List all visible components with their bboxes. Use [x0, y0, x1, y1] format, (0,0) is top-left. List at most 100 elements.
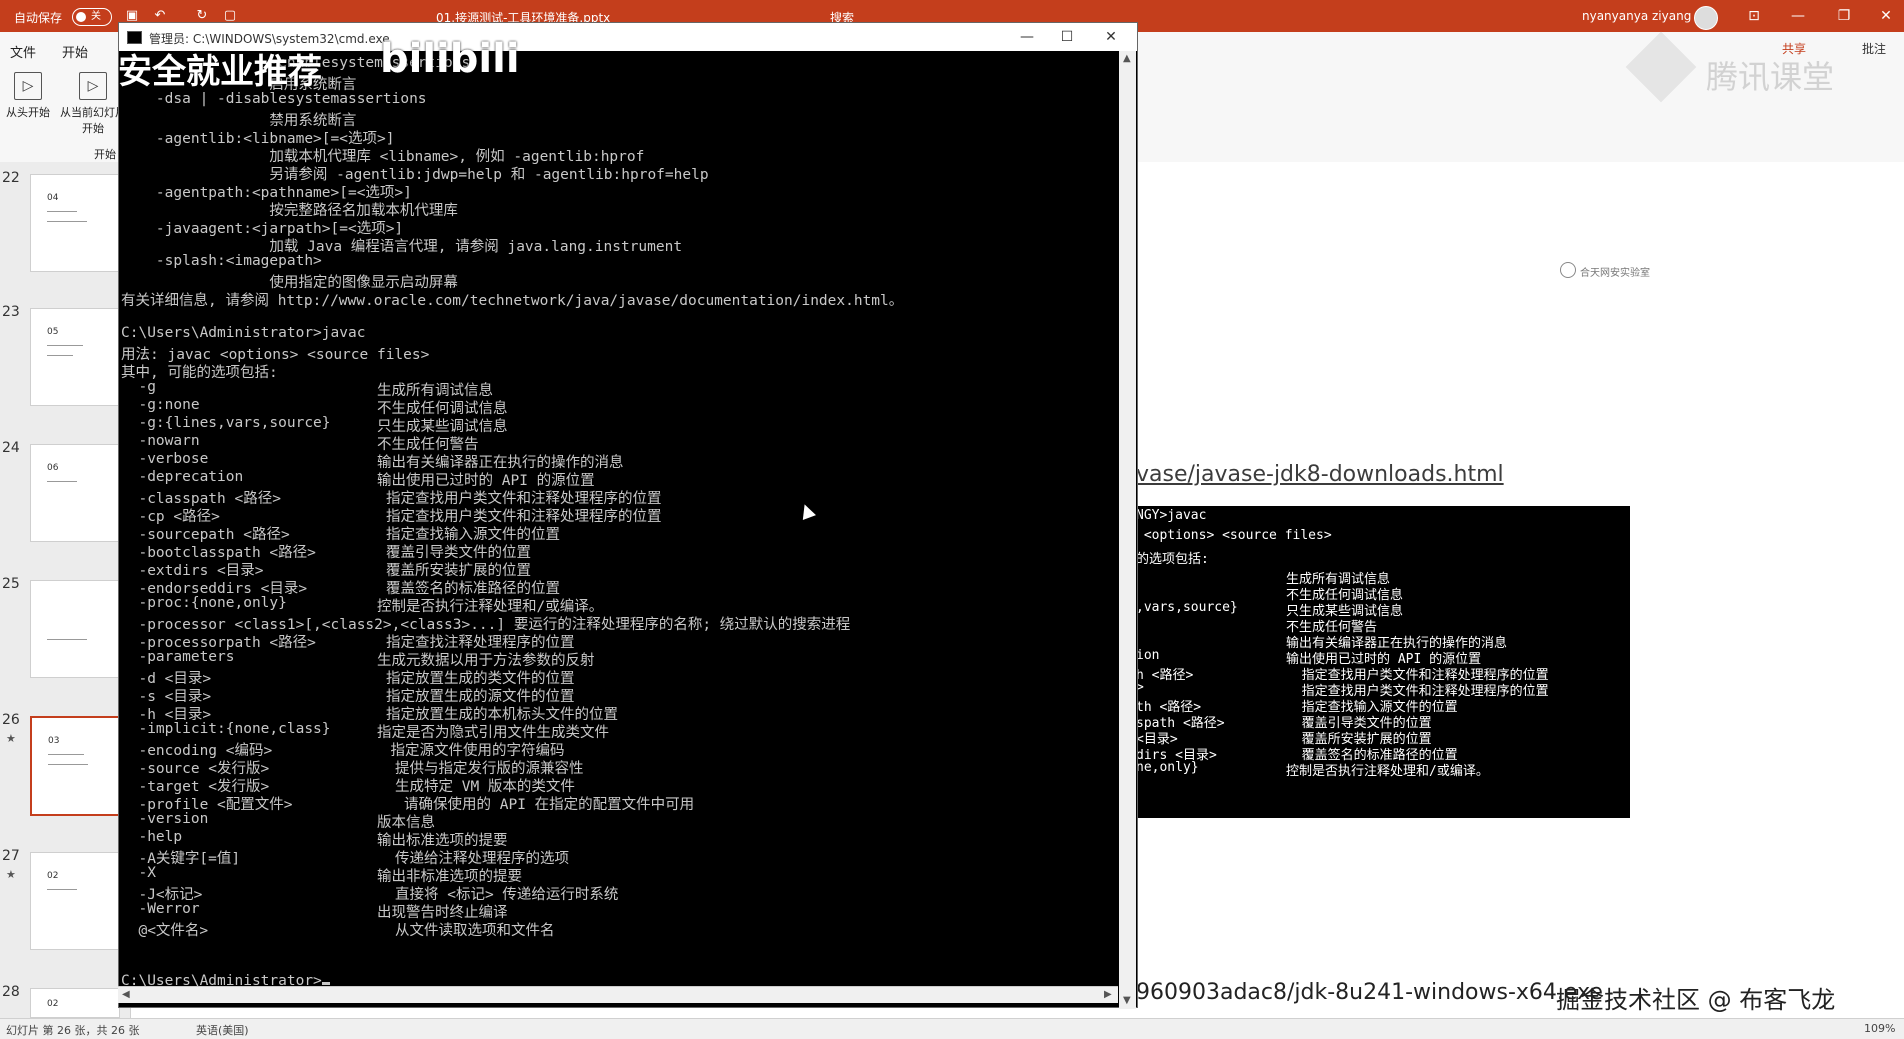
slide-number: 26: [2, 712, 20, 728]
slide-number: 23: [2, 304, 20, 320]
option-flag: -g:none: [121, 397, 200, 413]
minimize-icon[interactable]: —: [1784, 6, 1812, 26]
cmd-window[interactable]: 管理员: C:\WINDOWS\system32\cmd.exe — ☐ ✕ -…: [118, 22, 1138, 1011]
slide-thumbnail[interactable]: [30, 580, 120, 678]
slide-thumbnail-selected[interactable]: 03: [30, 716, 122, 816]
scroll-right-icon[interactable]: ▶: [1104, 989, 1112, 1000]
slide-thumbnail[interactable]: 02: [30, 988, 120, 1018]
console-line: 有关详细信息, 请参阅 http://www.oracle.com/techne…: [121, 293, 904, 309]
console-option-row: -deprecation 输出使用已过时的 API 的源位置: [121, 469, 1111, 489]
console-line: -dsa | -disablesystemassertions: [121, 91, 427, 107]
console-option-row: -g:{lines,vars,source} 只生成某些调试信息: [121, 415, 1111, 435]
option-description: 从文件读取选项和文件名: [395, 923, 555, 939]
console-option-row: -sourcepath <路径> 指定查找输入源文件的位置: [121, 523, 1111, 543]
bilibili-watermark-text: 安全就业推荐: [118, 52, 322, 92]
console-option-row: -h <目录> 指定放置生成的本机标头文件的位置: [121, 703, 1111, 723]
scroll-down-icon[interactable]: ▼: [1123, 995, 1131, 1006]
lab-logo-text: 合天网安实验室: [1580, 268, 1650, 279]
cmd-vertical-scrollbar[interactable]: ▲ ▼: [1119, 51, 1136, 1009]
slide-term-flag: ,vars,source}: [1136, 600, 1238, 615]
option-flag: -g: [121, 379, 156, 395]
console-option-row: -source <发行版> 提供与指定发行版的源兼容性: [121, 757, 1111, 777]
cmd-horizontal-scrollbar[interactable]: ◀ ▶: [118, 986, 1118, 1003]
console-option-row: -cp <路径> 指定查找用户类文件和注释处理程序的位置: [121, 505, 1111, 525]
console-line: C:\Users\Administrator>javac: [121, 325, 366, 341]
slide-thumbnail[interactable]: 04: [30, 174, 120, 272]
slide-term-header: 的选项包括:: [1136, 552, 1209, 567]
console-option-row: -implicit:{none,class} 指定是否为隐式引用文件生成类文件: [121, 721, 1111, 741]
slideshow-icon: ▷: [14, 72, 42, 100]
slide-term-row: spath <路径> 覆盖引导类文件的位置: [1136, 712, 1630, 731]
option-flag: -g:{lines,vars,source}: [121, 415, 331, 431]
comment-button[interactable]: 批注: [1862, 40, 1886, 57]
slide-thumbnails-panel: 22 04 23 05 24 06 25 26 ★ 03 27 ★ 02 28 …: [0, 162, 131, 1018]
slide-thumbnail[interactable]: 02: [30, 852, 120, 950]
slide-term-row: ion 输出使用已过时的 API 的源位置: [1136, 648, 1630, 667]
download-link[interactable]: vase/javase-jdk8-downloads.html: [1136, 462, 1504, 487]
autosave-toggle[interactable]: 关: [72, 8, 112, 26]
menu-home[interactable]: 开始: [62, 42, 88, 61]
console-option-row: -g 生成所有调试信息: [121, 379, 1111, 399]
slide-number: 22: [2, 170, 20, 186]
scroll-up-icon[interactable]: ▲: [1123, 53, 1131, 64]
restore-icon[interactable]: ❐: [1830, 6, 1858, 26]
console-option-row: -Werror 出现警告时终止编译: [121, 901, 1111, 921]
slide-term-row: 输出有关编译器正在执行的操作的消息: [1136, 632, 1630, 651]
slide-term-row: 生成所有调试信息: [1136, 568, 1630, 587]
menu-file[interactable]: 文件: [10, 42, 36, 61]
slide-term-flag: ion: [1136, 648, 1160, 663]
console-option-row: -processorpath <路径> 指定查找注释处理程序的位置: [121, 631, 1111, 651]
console-option-row: -bootclasspath <路径> 覆盖引导类文件的位置: [121, 541, 1111, 561]
option-flag: -deprecation: [121, 469, 244, 485]
cmd-maximize-icon[interactable]: ☐: [1047, 26, 1087, 48]
text-cursor-icon: [321, 982, 330, 985]
slide-term-row: h <路径> 指定查找用户类文件和注释处理程序的位置: [1136, 664, 1630, 683]
slide-terminal-screenshot: NGY>javac <options> <source files> 的选项包括…: [1136, 506, 1630, 818]
lab-logo-icon: [1560, 262, 1576, 278]
option-flag: -nowarn: [121, 433, 200, 449]
option-flag: -version: [121, 811, 209, 827]
console-option-row: -help 输出标准选项的提要: [121, 829, 1111, 849]
option-flag: -verbose: [121, 451, 209, 467]
option-flag: -Werror: [121, 901, 200, 917]
user-name[interactable]: nyanyanya ziyang: [1582, 9, 1691, 23]
ribbon-group-label: 开始: [94, 148, 116, 161]
option-flag: -proc:{none,only}: [121, 595, 287, 611]
slide-thumbnail[interactable]: 05: [30, 308, 120, 406]
slide-term-row: dirs <目录> 覆盖签名的标准路径的位置: [1136, 744, 1630, 763]
slide-term-usage: <options> <source files>: [1136, 528, 1332, 543]
slide-term-desc: 控制是否执行注释处理和/或编译。: [1286, 764, 1489, 779]
option-flag: -parameters: [121, 649, 235, 665]
cmd-icon: [127, 31, 142, 44]
cmd-close-icon[interactable]: ✕: [1091, 26, 1131, 48]
autosave-label: 自动保存: [14, 11, 63, 25]
console-option-row: -endorseddirs <目录> 覆盖签名的标准路径的位置: [121, 577, 1111, 597]
bilibili-logo: bilibili: [380, 36, 520, 82]
download-url: 960903adac8/jdk-8u241-windows-x64.exe: [1136, 980, 1603, 1005]
console-option-row: -processor <class1>[,<class2>,<class3>..…: [121, 613, 1111, 633]
avatar[interactable]: [1694, 6, 1718, 30]
option-flag: @<文件名>: [121, 923, 209, 939]
slide-term-row: > 指定查找用户类文件和注释处理程序的位置: [1136, 680, 1630, 699]
close-icon[interactable]: ✕: [1872, 6, 1900, 26]
slide-thumbnail[interactable]: 06: [30, 444, 120, 542]
console-option-row: -parameters 生成元数据以用于方法参数的反射: [121, 649, 1111, 669]
option-flag: -implicit:{none,class}: [121, 721, 331, 737]
slide-number: 25: [2, 576, 20, 592]
ribbon-display-icon[interactable]: ⊡: [1740, 6, 1768, 26]
animation-star-icon: ★: [6, 868, 16, 881]
slide-number: 28: [2, 984, 20, 1000]
slideshow-current-icon: ▷: [79, 72, 107, 100]
option-flag: -help: [121, 829, 183, 845]
console-option-row: -version 版本信息: [121, 811, 1111, 831]
console-option-row: @<文件名> 从文件读取选项和文件名: [121, 919, 1111, 939]
scroll-left-icon[interactable]: ◀: [122, 989, 130, 1000]
cmd-minimize-icon[interactable]: —: [1007, 26, 1047, 48]
console-option-row: -X 输出非标准选项的提要: [121, 865, 1111, 885]
language-indicator[interactable]: 英语(美国): [196, 1022, 249, 1038]
from-beginning-button[interactable]: ▷ 从头开始: [2, 72, 54, 120]
slide-term-row: 不生成任何警告: [1136, 616, 1630, 635]
slide-term-row: ne,only} 控制是否执行注释处理和/或编译。: [1136, 760, 1630, 779]
zoom-level[interactable]: 109%: [1864, 1022, 1895, 1035]
cmd-console-output[interactable]: -enablesystemassertions 启用系统断言 -dsa | -d…: [119, 51, 1117, 1011]
